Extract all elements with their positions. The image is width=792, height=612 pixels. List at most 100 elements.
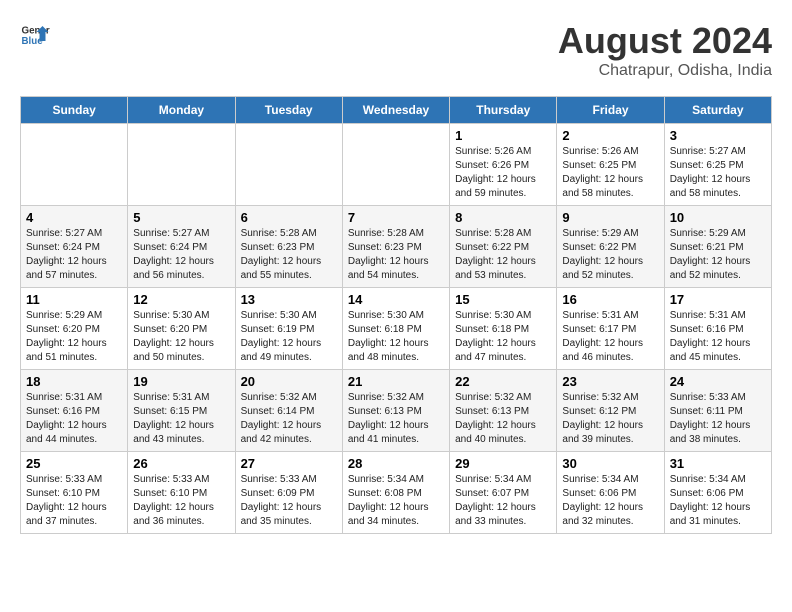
calendar-header: SundayMondayTuesdayWednesdayThursdayFrid… [21, 97, 772, 124]
day-info: Sunrise: 5:27 AM Sunset: 6:24 PM Dayligh… [133, 227, 229, 283]
day-number: 24 [670, 374, 766, 389]
day-cell: 29 Sunrise: 5:34 AM Sunset: 6:07 PM Dayli… [450, 452, 557, 534]
day-cell: 5 Sunrise: 5:27 AM Sunset: 6:24 PM Daylig… [128, 206, 235, 288]
day-number: 6 [241, 210, 337, 225]
day-info: Sunrise: 5:32 AM Sunset: 6:13 PM Dayligh… [348, 391, 444, 447]
day-info: Sunrise: 5:32 AM Sunset: 6:12 PM Dayligh… [562, 391, 658, 447]
day-info: Sunrise: 5:33 AM Sunset: 6:09 PM Dayligh… [241, 473, 337, 529]
day-info: Sunrise: 5:33 AM Sunset: 6:10 PM Dayligh… [133, 473, 229, 529]
day-cell: 16 Sunrise: 5:31 AM Sunset: 6:17 PM Dayli… [557, 288, 664, 370]
day-info: Sunrise: 5:33 AM Sunset: 6:11 PM Dayligh… [670, 391, 766, 447]
day-number: 16 [562, 292, 658, 307]
day-cell: 25 Sunrise: 5:33 AM Sunset: 6:10 PM Dayli… [21, 452, 128, 534]
day-info: Sunrise: 5:29 AM Sunset: 6:22 PM Dayligh… [562, 227, 658, 283]
day-info: Sunrise: 5:34 AM Sunset: 6:07 PM Dayligh… [455, 473, 551, 529]
day-cell: 27 Sunrise: 5:33 AM Sunset: 6:09 PM Dayli… [235, 452, 342, 534]
day-number: 18 [26, 374, 122, 389]
week-row-3: 11 Sunrise: 5:29 AM Sunset: 6:20 PM Dayli… [21, 288, 772, 370]
day-cell: 18 Sunrise: 5:31 AM Sunset: 6:16 PM Dayli… [21, 370, 128, 452]
calendar-table: SundayMondayTuesdayWednesdayThursdayFrid… [20, 96, 772, 534]
day-number: 28 [348, 456, 444, 471]
day-number: 5 [133, 210, 229, 225]
day-info: Sunrise: 5:27 AM Sunset: 6:24 PM Dayligh… [26, 227, 122, 283]
day-header-tuesday: Tuesday [235, 97, 342, 124]
day-number: 19 [133, 374, 229, 389]
day-info: Sunrise: 5:31 AM Sunset: 6:17 PM Dayligh… [562, 309, 658, 365]
day-cell [342, 124, 449, 206]
day-info: Sunrise: 5:31 AM Sunset: 6:16 PM Dayligh… [26, 391, 122, 447]
day-cell: 23Sunrise: 5:32 AM Sunset: 6:12 PM Dayli… [557, 370, 664, 452]
week-row-2: 4Sunrise: 5:27 AM Sunset: 6:24 PM Daylig… [21, 206, 772, 288]
day-info: Sunrise: 5:26 AM Sunset: 6:25 PM Dayligh… [562, 145, 658, 201]
day-cell [21, 124, 128, 206]
day-cell: 24 Sunrise: 5:33 AM Sunset: 6:11 PM Dayli… [664, 370, 771, 452]
day-info: Sunrise: 5:32 AM Sunset: 6:14 PM Dayligh… [241, 391, 337, 447]
day-cell: 19 Sunrise: 5:31 AM Sunset: 6:15 PM Dayli… [128, 370, 235, 452]
day-cell: 8 Sunrise: 5:28 AM Sunset: 6:22 PM Daylig… [450, 206, 557, 288]
day-number: 12 [133, 292, 229, 307]
day-info: Sunrise: 5:29 AM Sunset: 6:20 PM Dayligh… [26, 309, 122, 365]
day-cell: 20 Sunrise: 5:32 AM Sunset: 6:14 PM Dayli… [235, 370, 342, 452]
day-header-sunday: Sunday [21, 97, 128, 124]
day-info: Sunrise: 5:34 AM Sunset: 6:08 PM Dayligh… [348, 473, 444, 529]
day-header-saturday: Saturday [664, 97, 771, 124]
day-number: 11 [26, 292, 122, 307]
day-info: Sunrise: 5:28 AM Sunset: 6:22 PM Dayligh… [455, 227, 551, 283]
day-cell: 11 Sunrise: 5:29 AM Sunset: 6:20 PM Dayli… [21, 288, 128, 370]
day-number: 10 [670, 210, 766, 225]
day-info: Sunrise: 5:30 AM Sunset: 6:20 PM Dayligh… [133, 309, 229, 365]
day-cell: 12 Sunrise: 5:30 AM Sunset: 6:20 PM Dayli… [128, 288, 235, 370]
day-number: 9 [562, 210, 658, 225]
day-number: 21 [348, 374, 444, 389]
day-info: Sunrise: 5:30 AM Sunset: 6:18 PM Dayligh… [348, 309, 444, 365]
day-cell: 31 Sunrise: 5:34 AM Sunset: 6:06 PM Dayli… [664, 452, 771, 534]
day-cell: 9 Sunrise: 5:29 AM Sunset: 6:22 PM Daylig… [557, 206, 664, 288]
day-cell: 14Sunrise: 5:30 AM Sunset: 6:18 PM Dayli… [342, 288, 449, 370]
day-info: Sunrise: 5:34 AM Sunset: 6:06 PM Dayligh… [562, 473, 658, 529]
day-number: 29 [455, 456, 551, 471]
day-cell: 21 Sunrise: 5:32 AM Sunset: 6:13 PM Dayli… [342, 370, 449, 452]
day-number: 8 [455, 210, 551, 225]
day-cell: 7 Sunrise: 5:28 AM Sunset: 6:23 PM Daylig… [342, 206, 449, 288]
day-number: 1 [455, 128, 551, 143]
day-info: Sunrise: 5:33 AM Sunset: 6:10 PM Dayligh… [26, 473, 122, 529]
day-cell: 13Sunrise: 5:30 AM Sunset: 6:19 PM Dayli… [235, 288, 342, 370]
day-cell: 15 Sunrise: 5:30 AM Sunset: 6:18 PM Dayli… [450, 288, 557, 370]
day-number: 7 [348, 210, 444, 225]
calendar-body: 1 Sunrise: 5:26 AM Sunset: 6:26 PM Daylig… [21, 124, 772, 534]
day-number: 31 [670, 456, 766, 471]
day-cell: 28 Sunrise: 5:34 AM Sunset: 6:08 PM Dayli… [342, 452, 449, 534]
day-number: 26 [133, 456, 229, 471]
day-number: 13 [241, 292, 337, 307]
day-info: Sunrise: 5:28 AM Sunset: 6:23 PM Dayligh… [348, 227, 444, 283]
day-info: Sunrise: 5:28 AM Sunset: 6:23 PM Dayligh… [241, 227, 337, 283]
day-number: 22 [455, 374, 551, 389]
day-number: 27 [241, 456, 337, 471]
logo-icon: General Blue [20, 20, 50, 50]
day-number: 20 [241, 374, 337, 389]
day-info: Sunrise: 5:26 AM Sunset: 6:26 PM Dayligh… [455, 145, 551, 201]
day-cell: 30Sunrise: 5:34 AM Sunset: 6:06 PM Dayli… [557, 452, 664, 534]
day-info: Sunrise: 5:27 AM Sunset: 6:25 PM Dayligh… [670, 145, 766, 201]
day-info: Sunrise: 5:34 AM Sunset: 6:06 PM Dayligh… [670, 473, 766, 529]
day-cell [128, 124, 235, 206]
day-number: 25 [26, 456, 122, 471]
location-subtitle: Chatrapur, Odisha, India [558, 62, 772, 80]
day-info: Sunrise: 5:32 AM Sunset: 6:13 PM Dayligh… [455, 391, 551, 447]
day-header-friday: Friday [557, 97, 664, 124]
day-header-monday: Monday [128, 97, 235, 124]
day-cell: 4Sunrise: 5:27 AM Sunset: 6:24 PM Daylig… [21, 206, 128, 288]
day-number: 2 [562, 128, 658, 143]
logo: General Blue [20, 20, 50, 50]
day-cell: 10 Sunrise: 5:29 AM Sunset: 6:21 PM Dayli… [664, 206, 771, 288]
title-block: August 2024 Chatrapur, Odisha, India [558, 20, 772, 80]
week-row-1: 1 Sunrise: 5:26 AM Sunset: 6:26 PM Daylig… [21, 124, 772, 206]
day-number: 15 [455, 292, 551, 307]
day-cell: 26 Sunrise: 5:33 AM Sunset: 6:10 PM Dayli… [128, 452, 235, 534]
day-info: Sunrise: 5:30 AM Sunset: 6:18 PM Dayligh… [455, 309, 551, 365]
day-header-wednesday: Wednesday [342, 97, 449, 124]
day-info: Sunrise: 5:31 AM Sunset: 6:15 PM Dayligh… [133, 391, 229, 447]
month-title: August 2024 [558, 20, 772, 62]
day-cell: 2 Sunrise: 5:26 AM Sunset: 6:25 PM Daylig… [557, 124, 664, 206]
day-info: Sunrise: 5:29 AM Sunset: 6:21 PM Dayligh… [670, 227, 766, 283]
